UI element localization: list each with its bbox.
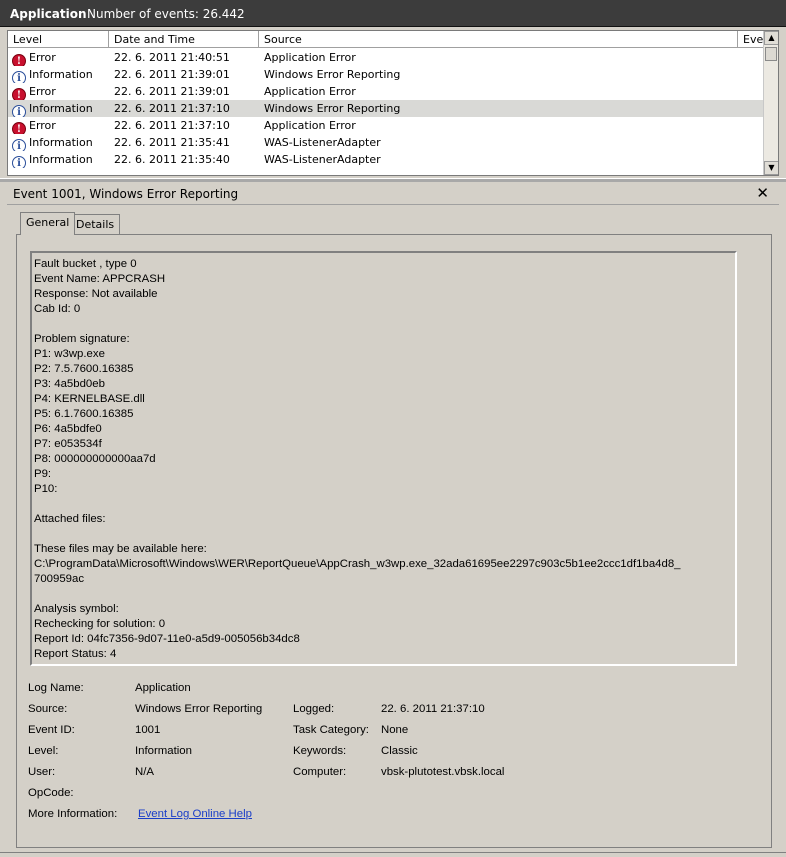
more-info-label: More Information:	[28, 808, 118, 820]
date-cell: 22. 6. 2011 21:40:51	[114, 51, 230, 64]
level-cell: i Information	[12, 134, 112, 151]
app-title: Application	[10, 7, 87, 21]
level-text: Information	[29, 68, 93, 81]
date-cell: 22. 6. 2011 21:35:40	[114, 153, 230, 166]
column-header-source[interactable]: Source	[259, 31, 738, 48]
task-category-label: Task Category:	[293, 724, 369, 736]
event-id-label: Event ID:	[28, 724, 75, 736]
table-row[interactable]: i Information 22. 6. 2011 21:39:01 Windows …	[8, 66, 764, 83]
scroll-down-icon[interactable]: ▼	[764, 161, 778, 175]
log-name-value: Application	[135, 682, 191, 694]
level-cell: ! Error	[12, 49, 112, 66]
level-text: Error	[29, 51, 56, 64]
column-header-level[interactable]: Level	[8, 31, 109, 48]
event-count: Number of events: 26.442	[87, 7, 245, 21]
keywords-value: Classic	[381, 745, 418, 757]
level-text: Error	[29, 119, 56, 132]
user-label: User:	[28, 766, 56, 778]
title-bar: Application Number of events: 26.442	[0, 0, 786, 27]
info-icon: i	[12, 139, 26, 151]
source-cell: Application Error	[264, 51, 356, 64]
source-cell: Application Error	[264, 119, 356, 132]
error-icon: !	[12, 88, 26, 100]
column-headers: Level Date and Time Source Eve	[8, 31, 764, 48]
logged-value: 22. 6. 2011 21:37:10	[381, 703, 485, 715]
column-header-event-id[interactable]: Eve	[738, 31, 764, 48]
computer-label: Computer:	[293, 766, 347, 778]
level-label: Level:	[28, 745, 59, 757]
detail-header: Event 1001, Windows Error Reporting ✕	[7, 183, 779, 205]
column-header-date[interactable]: Date and Time	[109, 31, 259, 48]
event-list[interactable]: Level Date and Time Source Eve ! Error 22.…	[7, 30, 779, 176]
log-name-label: Log Name:	[28, 682, 84, 694]
source-value: Windows Error Reporting	[135, 703, 263, 715]
table-row[interactable]: i Information 22. 6. 2011 21:37:10 Windows …	[8, 100, 764, 117]
pane-splitter[interactable]	[0, 178, 786, 182]
date-cell: 22. 6. 2011 21:37:10	[114, 102, 230, 115]
level-text: Information	[29, 102, 93, 115]
level-cell: i Information	[12, 151, 112, 168]
table-row[interactable]: i Information 22. 6. 2011 21:35:40 WAS-List…	[8, 151, 764, 168]
source-cell: WAS-ListenerAdapter	[264, 136, 381, 149]
table-row[interactable]: ! Error 22. 6. 2011 21:37:10 Application Er…	[8, 117, 764, 134]
close-icon[interactable]: ✕	[756, 184, 769, 202]
level-cell: ! Error	[12, 117, 112, 134]
level-text: Information	[29, 136, 93, 149]
detail-title: Event 1001, Windows Error Reporting	[13, 187, 239, 201]
opcode-label: OpCode:	[28, 787, 74, 799]
date-cell: 22. 6. 2011 21:39:01	[114, 68, 230, 81]
event-id-value: 1001	[135, 724, 161, 736]
vertical-scrollbar[interactable]: ▲ ▼	[763, 31, 778, 175]
level-text: Error	[29, 85, 56, 98]
source-cell: Windows Error Reporting	[264, 68, 401, 81]
table-row[interactable]: ! Error 22. 6. 2011 21:39:01 Application Er…	[8, 83, 764, 100]
computer-value: vbsk-plutotest.vbsk.local	[381, 766, 505, 778]
logged-label: Logged:	[293, 703, 335, 715]
task-category-value: None	[381, 724, 409, 736]
bottom-edge	[0, 852, 786, 857]
date-cell: 22. 6. 2011 21:39:01	[114, 85, 230, 98]
tab-general[interactable]: General	[20, 212, 76, 235]
date-cell: 22. 6. 2011 21:37:10	[114, 119, 230, 132]
source-label: Source:	[28, 703, 68, 715]
info-icon: i	[12, 71, 26, 83]
level-text: Information	[29, 153, 93, 166]
level-cell: ! Error	[12, 83, 112, 100]
info-icon: i	[12, 156, 26, 168]
error-icon: !	[12, 122, 26, 134]
source-cell: WAS-ListenerAdapter	[264, 153, 381, 166]
event-log-help-link[interactable]: Event Log Online Help	[138, 808, 252, 820]
table-row[interactable]: i Information 22. 6. 2011 21:35:41 WAS-List…	[8, 134, 764, 151]
keywords-label: Keywords:	[293, 745, 347, 757]
date-cell: 22. 6. 2011 21:35:41	[114, 136, 230, 149]
scroll-thumb[interactable]	[765, 47, 777, 61]
event-description[interactable]: Fault bucket , type 0 Event Name: APPCRA…	[30, 251, 737, 666]
source-cell: Windows Error Reporting	[264, 102, 401, 115]
level-value: Information	[135, 745, 192, 757]
error-icon: !	[12, 54, 26, 66]
tab-details[interactable]: Details	[70, 214, 121, 234]
table-row[interactable]: ! Error 22. 6. 2011 21:40:51 Application Er…	[8, 49, 764, 66]
level-cell: i Information	[12, 100, 112, 117]
level-cell: i Information	[12, 66, 112, 83]
info-icon: i	[12, 105, 26, 117]
scroll-up-icon[interactable]: ▲	[764, 31, 778, 45]
user-value: N/A	[135, 766, 154, 778]
event-rows: ! Error 22. 6. 2011 21:40:51 Application Er…	[8, 49, 764, 168]
source-cell: Application Error	[264, 85, 356, 98]
